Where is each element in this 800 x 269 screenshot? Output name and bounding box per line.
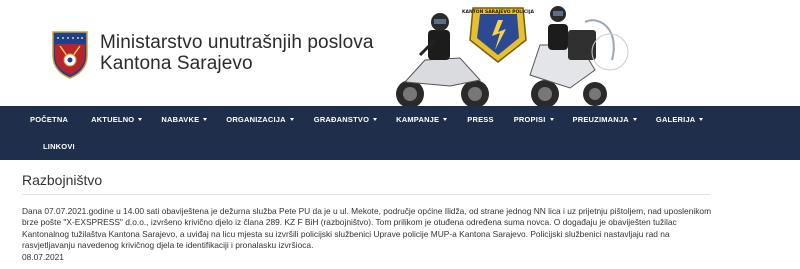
nav-item-linkovi[interactable]: LINKOVI — [34, 133, 84, 160]
nav-item-label: AKTUELNO — [91, 115, 135, 124]
nav-item-label: PROPISI — [513, 115, 546, 124]
article-date: 08.07.2021 — [22, 251, 64, 262]
nav-item-gradjanstvo[interactable]: GRAĐANSTVO — [303, 106, 386, 133]
site-title[interactable]: Ministarstvo unutrašnjih poslova Kantona… — [100, 32, 374, 74]
nav-item-label: PRESS — [467, 115, 494, 124]
nav-item-label: PREUZIMANJA — [572, 115, 629, 124]
nav-row-2: LINKOVI — [34, 133, 84, 160]
nav-item-organizacija[interactable]: ORGANIZACIJA — [216, 106, 303, 133]
article-body: Dana 07.07.2021.godine u 14.00 sati obav… — [22, 206, 712, 263]
title-divider — [22, 194, 710, 195]
nav-item-aktuelno[interactable]: AKTUELNO — [77, 106, 151, 133]
site-header: Ministarstvo unutrašnjih poslova Kantona… — [0, 0, 800, 106]
nav-item-nabavke[interactable]: NABAVKE — [151, 106, 216, 133]
caret-down-icon — [138, 118, 143, 121]
nav-item-preuzimanja[interactable]: PREUZIMANJA — [563, 106, 646, 133]
nav-row-1: POČETNA AKTUELNO NABAVKE ORGANIZACIJA GR… — [21, 106, 712, 133]
nav-item-label: ORGANIZACIJA — [226, 115, 286, 124]
caret-down-icon — [443, 118, 448, 121]
ministry-coat-of-arms-icon[interactable] — [51, 30, 89, 80]
caret-down-icon — [699, 118, 704, 121]
nav-item-pocetna[interactable]: POČETNA — [21, 106, 77, 133]
caret-down-icon — [373, 118, 378, 121]
nav-item-press[interactable]: PRESS — [456, 106, 502, 133]
nav-item-label: GRAĐANSTVO — [313, 115, 370, 124]
article-content: Razbojništvo Dana 07.07.2021.godine u 14… — [22, 160, 712, 263]
nav-item-galerija[interactable]: GALERIJA — [646, 106, 713, 133]
article-title: Razbojništvo — [22, 172, 103, 188]
nav-item-kampanje[interactable]: KAMPANJE — [386, 106, 456, 133]
nav-item-label: GALERIJA — [655, 115, 696, 124]
nav-item-label: KAMPANJE — [396, 115, 440, 124]
nav-item-label: NABAVKE — [161, 115, 200, 124]
site-title-line-1: Ministarstvo unutrašnjih poslova — [100, 32, 374, 53]
nav-item-label: LINKOVI — [43, 142, 75, 151]
site-title-line-2: Kantona Sarajevo — [100, 53, 253, 74]
nav-item-label: POČETNA — [30, 115, 69, 124]
main-navigation: POČETNA AKTUELNO NABAVKE ORGANIZACIJA GR… — [0, 106, 800, 160]
caret-down-icon — [203, 118, 208, 121]
caret-down-icon — [549, 118, 554, 121]
caret-down-icon — [289, 118, 294, 121]
police-motorcycles-hero-image: KANTON SARAJEVO POLICIJA — [396, 6, 629, 106]
article-text: Dana 07.07.2021.godine u 14.00 sati obav… — [22, 206, 712, 251]
nav-item-propisi[interactable]: PROPISI — [503, 106, 563, 133]
caret-down-icon — [632, 118, 637, 121]
hero-badge-text: KANTON SARAJEVO POLICIJA — [462, 9, 534, 15]
